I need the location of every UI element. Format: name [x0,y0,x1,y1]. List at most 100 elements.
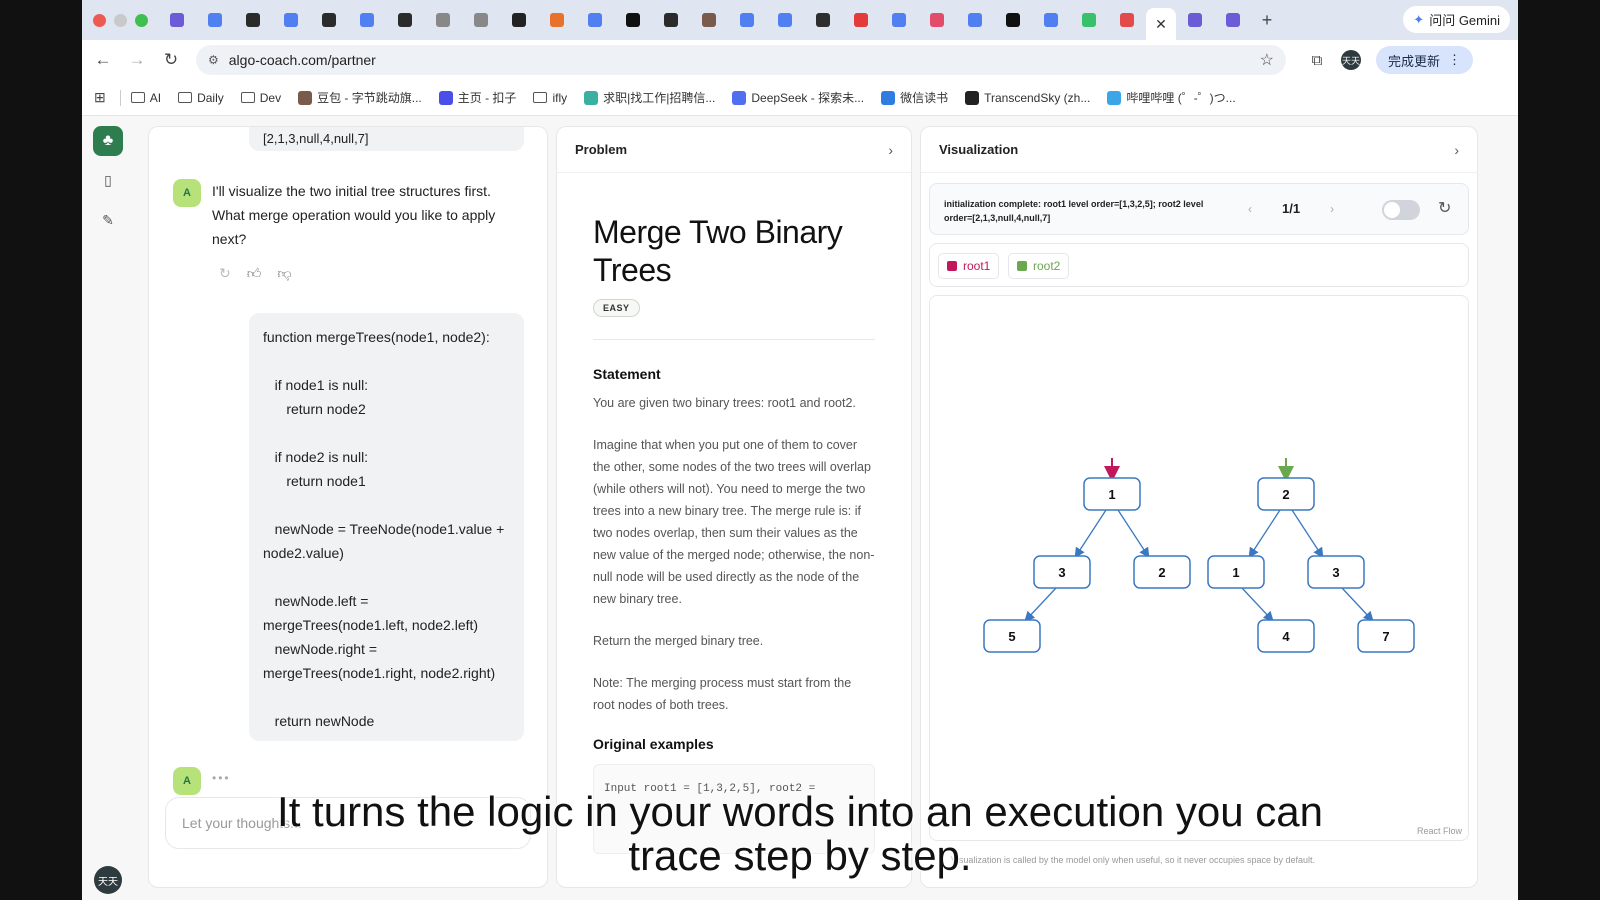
tree-canvas[interactable]: 1 3 2 5 2 1 3 4 7 React Flow [929,295,1469,841]
thumbs-up-icon[interactable]: 👍︎ [247,265,262,282]
tree-node[interactable]: 4 [1257,619,1315,653]
browser-tab[interactable] [690,5,728,35]
bookmark-item[interactable]: Daily [178,91,224,105]
bookmark-item[interactable]: 微信读书 [881,89,948,106]
tree-node-label: 1 [1108,487,1115,502]
site-favicon-icon [438,90,453,105]
new-chat-icon[interactable]: ✎ [100,212,116,228]
address-bar[interactable]: ⚙ algo-coach.com/partner ☆ [196,45,1286,75]
chat-input[interactable]: Let your thoughts... [165,797,531,849]
browser-tab[interactable] [1176,5,1214,35]
browser-tab[interactable] [424,5,462,35]
browser-tab[interactable] [766,5,804,35]
gemini-button[interactable]: ✦ 问问 Gemini [1403,6,1510,33]
reset-icon[interactable]: ↻ [1438,198,1451,218]
tab-favicon-icon [740,13,754,27]
bookmark-star-icon[interactable]: ☆ [1260,50,1274,70]
bookmark-item[interactable]: AI [130,91,161,105]
chevron-right-icon[interactable]: › [1454,142,1459,158]
back-arrow-icon[interactable]: ← [86,50,120,70]
folder-icon [533,92,548,103]
bookmark-item[interactable]: 哔哩哔哩 (゜-゜)つ... [1107,89,1236,106]
browser-tab[interactable] [728,5,766,35]
autoplay-toggle[interactable] [1382,200,1420,220]
active-tab[interactable]: ✕ [1146,8,1176,40]
site-settings-icon[interactable]: ⚙ [208,53,219,67]
tab-favicon-icon [854,13,868,27]
tree-graph: 1 3 2 5 2 1 3 4 7 [983,458,1415,653]
browser-tab[interactable] [500,5,538,35]
browser-tab[interactable] [538,5,576,35]
browser-tab[interactable] [462,5,500,35]
maximize-window-button[interactable] [135,13,148,27]
bookmark-item[interactable]: 豆包 - 字节跳动旗... [298,89,422,106]
apps-grid-icon[interactable]: ⊞ [94,89,106,106]
browser-tab[interactable] [386,5,424,35]
browser-tab[interactable] [880,5,918,35]
regenerate-icon[interactable]: ↻ [219,265,231,282]
visualization-header: Visualization › [921,127,1477,173]
legend-chip-root2[interactable]: root2 [1008,253,1070,279]
tree-node[interactable]: 1 [1083,477,1141,511]
browser-tab[interactable] [614,5,652,35]
next-step-icon[interactable]: › [1330,202,1334,216]
close-tab-icon[interactable]: ✕ [1155,16,1167,33]
tree-node[interactable]: 2 [1133,555,1191,589]
forward-arrow-icon[interactable]: → [120,50,154,70]
tree-node[interactable]: 3 [1033,555,1091,589]
difficulty-badge: EASY [593,299,640,317]
browser-tab[interactable] [652,5,690,35]
update-label: 完成更新 [1388,53,1441,69]
browser-tab[interactable] [310,5,348,35]
message-actions: ↻ 👍︎ 👎︎ [219,265,292,282]
bookmark-item[interactable]: TranscendSky (zh... [965,90,1090,105]
reload-icon[interactable]: ↻ [154,50,188,70]
new-tab-button[interactable]: + [1252,10,1282,31]
prev-step-icon[interactable]: ‹ [1248,202,1252,216]
browser-tab[interactable] [1214,5,1252,35]
browser-tab[interactable] [804,5,842,35]
thumbs-down-icon[interactable]: 👎︎ [277,265,291,282]
browser-tab[interactable] [576,5,614,35]
bookmark-item[interactable]: ifly [533,91,567,105]
close-window-button[interactable] [93,13,106,27]
bookmark-item[interactable]: Dev [240,91,281,105]
tree-node[interactable]: 7 [1357,619,1415,653]
update-button[interactable]: 完成更新 ⋮ [1376,46,1474,74]
tree-node[interactable]: 2 [1257,477,1315,511]
browser-tab[interactable] [994,5,1032,35]
tree-node[interactable]: 5 [983,619,1041,653]
chevron-right-icon[interactable]: › [888,142,893,158]
tree-edge [1024,587,1057,622]
browser-tab[interactable] [158,5,196,35]
legend-chip-root1[interactable]: root1 [938,253,1000,279]
extensions-icon[interactable]: ⧉ [1300,52,1334,69]
bookmark-label: ifly [552,90,568,105]
user-avatar[interactable]: 天天 [94,866,122,894]
browser-tab[interactable] [842,5,880,35]
browser-tab[interactable] [1108,5,1146,35]
browser-tab[interactable] [1070,5,1108,35]
browser-tab[interactable] [272,5,310,35]
tree-node-label: 3 [1058,565,1065,580]
tree-node[interactable]: 3 [1307,555,1365,589]
tree-node[interactable]: 1 [1207,555,1265,589]
bookmark-item[interactable]: DeepSeek - 探索未... [732,89,864,106]
sidebar-toggle-icon[interactable]: ▯ [100,172,116,188]
browser-tab[interactable] [348,5,386,35]
gemini-label: 问问 Gemini [1429,13,1500,28]
user-code-bubble: function mergeTrees(node1, node2): if no… [249,313,524,741]
profile-avatar[interactable]: 天天 [1334,50,1368,70]
browser-tab[interactable] [234,5,272,35]
tab-favicon-icon [778,13,792,27]
step-pager: ‹ 1/1 › [1248,201,1334,216]
minimize-window-button[interactable] [114,13,127,27]
browser-tab[interactable] [196,5,234,35]
app-logo-icon[interactable]: ♣ [93,126,123,156]
browser-tab[interactable] [1032,5,1070,35]
browser-tab[interactable] [956,5,994,35]
browser-tab[interactable] [918,5,956,35]
bookmark-item[interactable]: 主页 - 扣子 [438,89,516,106]
problem-title: Merge Two Binary Trees [593,214,843,288]
bookmark-item[interactable]: 求职|找工作|招聘信... [584,89,715,106]
